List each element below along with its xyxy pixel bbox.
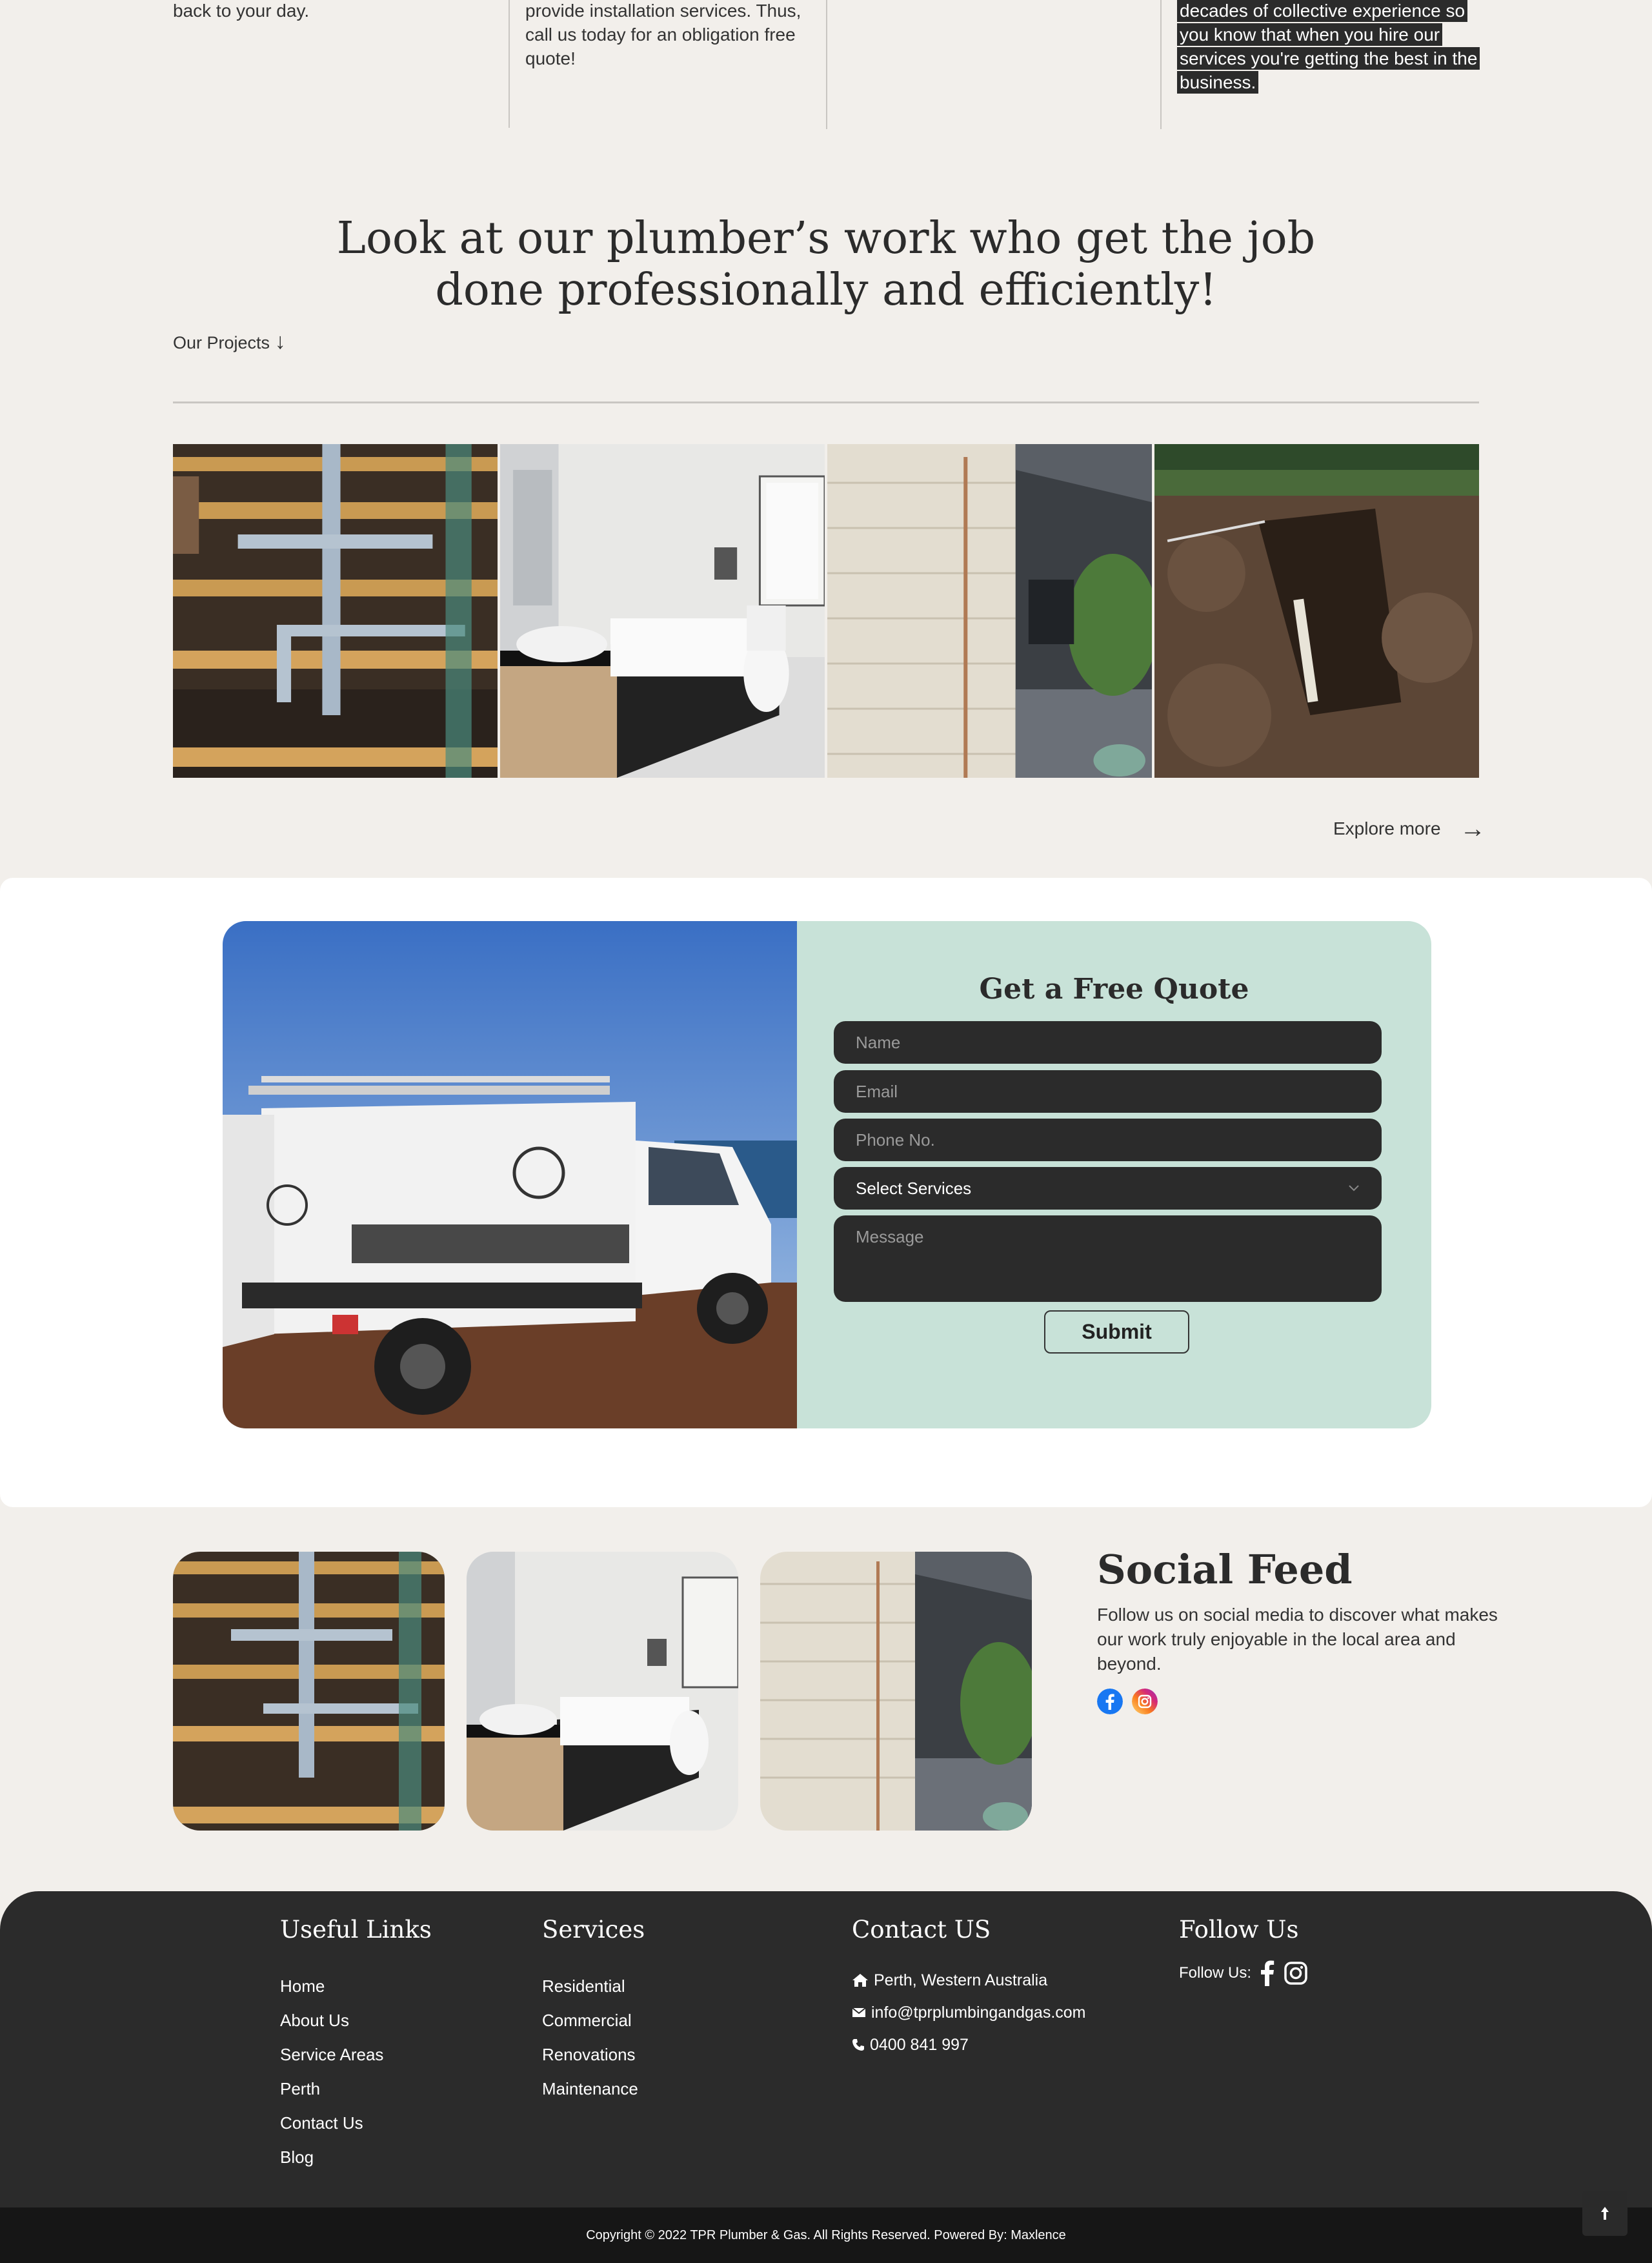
footer-heading: Contact US	[852, 1916, 991, 1943]
facebook-icon[interactable]	[1097, 1689, 1123, 1714]
message-placeholder: Message	[856, 1227, 924, 1246]
projects-label-text: Our Projects	[173, 333, 270, 352]
projects-title: Look at our plumber’s work who get the j…	[336, 213, 1316, 316]
footer-heading: Follow Us	[1179, 1916, 1299, 1943]
contact-phone-text: 0400 841 997	[870, 2036, 969, 2054]
contact-address: Perth, Western Australia	[852, 1964, 1086, 1996]
project-photo-bathroom[interactable]	[500, 444, 825, 778]
project-gallery	[173, 444, 1479, 778]
footer-link-about[interactable]: About Us	[280, 2004, 432, 2038]
arrow-up-icon	[1601, 2207, 1609, 2220]
phone-input[interactable]: Phone No.	[834, 1119, 1382, 1161]
contact-email-text: info@tprplumbingandgas.com	[871, 2004, 1086, 2022]
social-feed-title: Social Feed	[1097, 1546, 1353, 1593]
feature-text: provide installation services. Thus, cal…	[525, 1, 801, 68]
project-photo-underfloor-pipes[interactable]	[173, 444, 498, 778]
footer-link-residential[interactable]: Residential	[542, 1969, 645, 2004]
follow-row: Follow Us:	[1179, 1960, 1308, 1986]
contact-address-text: Perth, Western Australia	[874, 1971, 1048, 1989]
highlighted-text: decades of collective experience so you …	[1177, 0, 1480, 94]
truck-photo	[223, 921, 797, 1428]
feature-col-3	[826, 0, 1162, 129]
social-feed-text: Follow us on social media to discover wh…	[1097, 1605, 1498, 1674]
footer-link-home[interactable]: Home	[280, 1969, 432, 2004]
divider	[173, 401, 1479, 403]
footer-link-perth[interactable]: Perth	[280, 2072, 432, 2106]
footer-services: Services Residential Commercial Renovati…	[542, 1916, 645, 2106]
projects-label: Our Projects ↓	[173, 329, 286, 354]
phone-icon	[852, 2039, 864, 2051]
quote-title: Get a Free Quote	[979, 973, 1249, 1006]
footer-heading: Services	[542, 1916, 645, 1943]
copyright-bar: Copyright © 2022 TPR Plumber & Gas. All …	[0, 2207, 1652, 2263]
project-photo-trench[interactable]	[1154, 444, 1479, 778]
contact-phone[interactable]: 0400 841 997	[852, 2029, 1086, 2061]
social-photo-bathroom[interactable]	[467, 1552, 738, 1831]
home-icon	[852, 1974, 868, 1987]
email-input[interactable]: Email	[834, 1070, 1382, 1113]
facebook-icon[interactable]	[1260, 1960, 1274, 1986]
chevron-down-icon	[1349, 1185, 1359, 1192]
footer-contact: Contact US Perth, Western Australia info…	[852, 1916, 1086, 2061]
footer-link-blog[interactable]: Blog	[280, 2140, 432, 2175]
features-row: back to your day. provide installation s…	[173, 0, 1480, 129]
footer-useful-links: Useful Links Home About Us Service Areas…	[280, 1916, 432, 2175]
phone-placeholder: Phone No.	[856, 1130, 935, 1150]
footer-link-maintenance[interactable]: Maintenance	[542, 2072, 645, 2106]
quote-form: Get a Free Quote Name Email Phone No. Se…	[797, 921, 1431, 1428]
name-placeholder: Name	[856, 1032, 901, 1052]
contact-email[interactable]: info@tprplumbingandgas.com	[852, 1996, 1086, 2029]
email-placeholder: Email	[856, 1081, 898, 1101]
social-photo-outdoor-shower[interactable]	[760, 1552, 1032, 1831]
submit-button[interactable]: Submit	[1044, 1310, 1189, 1354]
footer-link-commercial[interactable]: Commercial	[542, 2004, 645, 2038]
footer-link-contact[interactable]: Contact Us	[280, 2106, 432, 2140]
project-photo-outdoor-shower[interactable]	[827, 444, 1152, 778]
social-icons	[1097, 1689, 1158, 1714]
footer: Useful Links Home About Us Service Areas…	[0, 1891, 1652, 2207]
services-selected-value: Select Services	[856, 1178, 972, 1198]
services-select[interactable]: Select Services	[834, 1167, 1382, 1210]
footer-heading: Useful Links	[280, 1916, 432, 1943]
envelope-icon	[852, 2007, 866, 2017]
feature-text: back to your day.	[173, 1, 310, 21]
social-photo-underfloor-pipes[interactable]	[173, 1552, 445, 1831]
explore-more-link[interactable]: Explore more →	[1333, 815, 1486, 844]
footer-link-service-areas[interactable]: Service Areas	[280, 2038, 432, 2072]
feature-col-4: decades of collective experience so you …	[1160, 0, 1483, 129]
name-input[interactable]: Name	[834, 1021, 1382, 1064]
explore-more-label: Explore more	[1333, 818, 1441, 838]
feature-col-1: back to your day.	[173, 0, 476, 128]
quote-card: Get a Free Quote Name Email Phone No. Se…	[223, 921, 1431, 1428]
instagram-icon[interactable]	[1284, 1961, 1308, 1985]
follow-label: Follow Us:	[1179, 1964, 1252, 1982]
scroll-to-top-button[interactable]	[1582, 2191, 1627, 2236]
feature-col-2: provide installation services. Thus, cal…	[509, 0, 818, 128]
footer-follow: Follow Us Follow Us:	[1179, 1916, 1308, 1986]
footer-link-renovations[interactable]: Renovations	[542, 2038, 645, 2072]
arrow-right-icon: →	[1460, 815, 1486, 843]
message-textarea[interactable]: Message	[834, 1215, 1382, 1302]
instagram-icon[interactable]	[1132, 1689, 1158, 1714]
arrow-down-icon: ↓	[274, 329, 286, 354]
social-photos	[173, 1552, 1032, 1831]
